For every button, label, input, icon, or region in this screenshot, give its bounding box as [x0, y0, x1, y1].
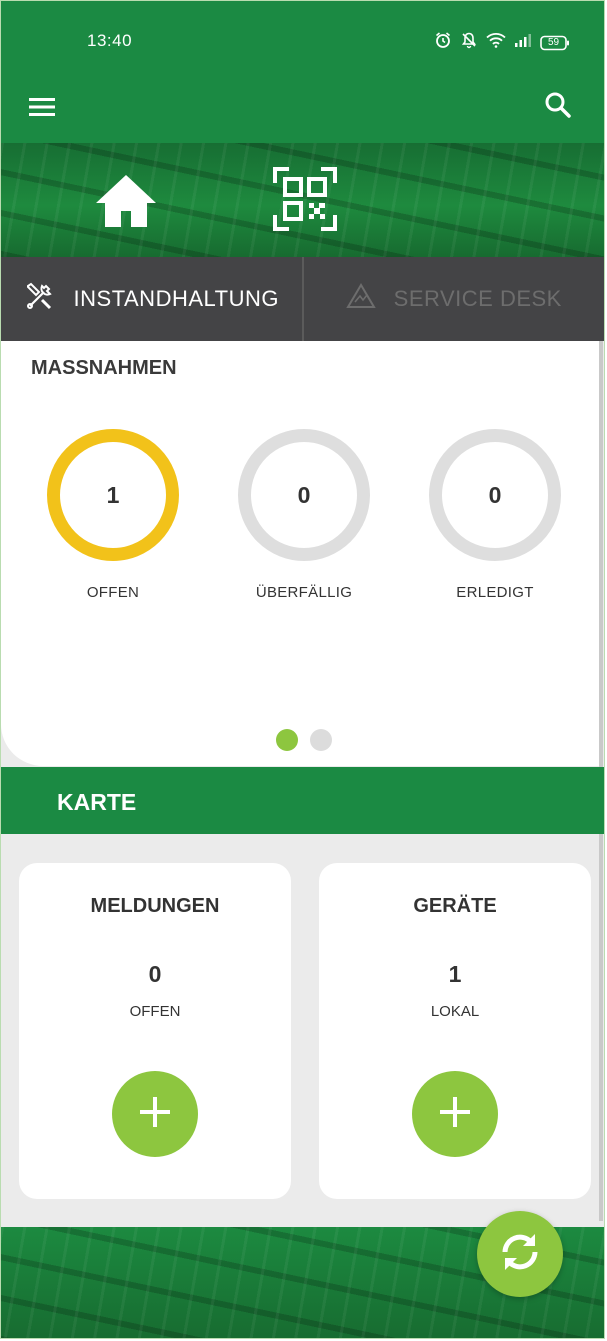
page-indicator — [276, 729, 332, 751]
hero-banner — [1, 143, 604, 257]
add-meldung-button[interactable] — [112, 1071, 198, 1157]
page-dot[interactable] — [310, 729, 332, 751]
plus-icon — [438, 1095, 472, 1134]
tile-title: MELDUNGEN — [90, 895, 220, 917]
page-dot-active[interactable] — [276, 729, 298, 751]
section-title: MASSNAHMEN — [31, 357, 177, 379]
battery-level: 59 — [547, 36, 560, 48]
add-geraet-button[interactable] — [412, 1071, 498, 1157]
tab-instandhaltung[interactable]: INSTANDHALTUNG — [1, 257, 302, 341]
tile-subtitle: OFFEN — [129, 1003, 181, 1020]
section-title: KARTE — [57, 789, 137, 815]
hamburger-menu-icon[interactable] — [27, 91, 59, 123]
gauge-label: ERLEDIGT — [456, 584, 534, 601]
tools-icon — [24, 280, 56, 318]
meldungen-tile[interactable]: MELDUNGEN 0 OFFEN — [19, 863, 291, 1199]
gauge-erledigt[interactable]: 0 — [429, 429, 561, 561]
tab-service-desk[interactable]: SERVICE DESK — [301, 257, 605, 341]
search-icon[interactable] — [542, 89, 574, 121]
gauge-value: 0 — [488, 481, 502, 508]
app-screen: 13:40 59 INSTANDHALTUNG SERVICE DESK MAS… — [0, 0, 605, 1339]
module-tabs: INSTANDHALTUNG SERVICE DESK — [1, 257, 604, 341]
home-icon[interactable] — [93, 171, 159, 229]
qr-scan-icon[interactable] — [273, 167, 337, 231]
gauge-value: 1 — [106, 481, 120, 508]
tile-subtitle: LOKAL — [430, 1003, 480, 1020]
status-bar: 13:40 59 — [1, 1, 604, 81]
status-icons: 59 — [434, 31, 570, 54]
app-bar — [1, 81, 604, 143]
sync-icon — [493, 1225, 547, 1284]
tile-title: GERÄTE — [413, 895, 497, 917]
bell-off-icon — [460, 31, 478, 54]
alarm-icon — [434, 31, 452, 54]
tab-label: SERVICE DESK — [393, 286, 562, 311]
signal-icon — [514, 33, 532, 52]
gauge-ueberfaellig[interactable]: 0 — [238, 429, 370, 561]
tile-count: 1 — [448, 961, 462, 987]
warning-icon — [345, 282, 376, 316]
karte-header[interactable]: KARTE — [1, 767, 604, 834]
gauge-offen[interactable]: 1 — [47, 429, 179, 561]
massnahmen-card[interactable]: MASSNAHMEN 1 OFFEN 0 ÜBERFÄLLIG 0 ERLEDI… — [1, 341, 601, 766]
plus-icon — [138, 1095, 172, 1134]
gauge-label: ÜBERFÄLLIG — [255, 584, 353, 601]
gauge-label: OFFEN — [86, 584, 140, 601]
gauge-value: 0 — [297, 481, 311, 508]
wifi-icon — [486, 32, 506, 53]
tile-count: 0 — [148, 961, 162, 987]
battery-icon: 59 — [540, 35, 570, 51]
sync-button[interactable] — [477, 1211, 563, 1297]
geraete-tile[interactable]: GERÄTE 1 LOKAL — [319, 863, 591, 1199]
status-time: 13:40 — [87, 31, 133, 50]
tab-label: INSTANDHALTUNG — [73, 286, 279, 311]
